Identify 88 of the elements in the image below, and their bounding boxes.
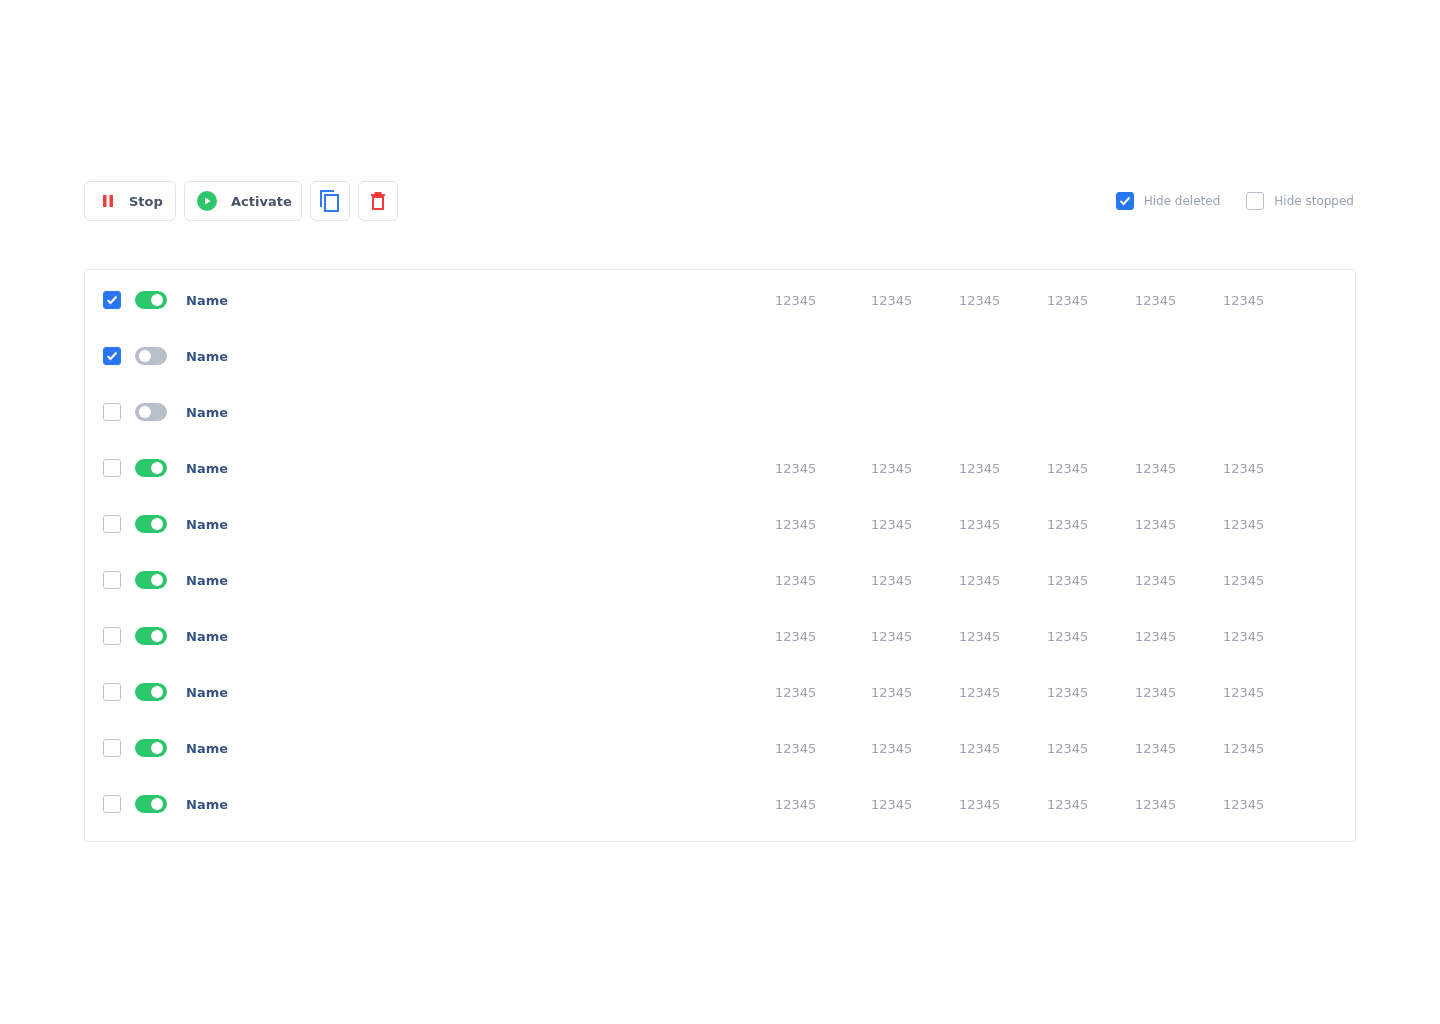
copy-icon (319, 189, 341, 213)
stop-button[interactable]: Stop (84, 181, 176, 221)
table-cell-text: 12345 (1047, 684, 1090, 700)
table-cell-text: 12345 (871, 460, 914, 476)
table-cell-text: 12345 (1135, 684, 1178, 700)
table-cell-text: 12345 (775, 572, 818, 588)
table-cell-text: 12345 (959, 292, 1002, 308)
row-name: Name (186, 460, 229, 476)
table-cell-text: 12345 (775, 516, 818, 532)
table-cell-text: 12345 (1047, 572, 1090, 588)
play-icon (197, 191, 217, 211)
table-cell-text: 12345 (959, 572, 1002, 588)
table-cell-text: 12345 (1135, 460, 1178, 476)
row-name: Name (186, 796, 229, 812)
row-name: Name (186, 292, 229, 308)
trash-button[interactable] (358, 181, 398, 221)
checkbox[interactable] (1115, 192, 1134, 210)
table-cell-text: 12345 (775, 740, 818, 756)
table-cell-text: 12345 (871, 628, 914, 644)
table-cell-text: 12345 (1223, 796, 1266, 812)
toggle-switch[interactable] (135, 459, 167, 477)
table-cell-text: 12345 (1047, 292, 1090, 308)
row-name: Name (186, 684, 229, 700)
row-name: Name (186, 740, 229, 756)
table-cell-text: 12345 (1223, 740, 1266, 756)
toggle-switch[interactable] (135, 683, 167, 701)
table-cell-text: 12345 (959, 516, 1002, 532)
table-cell-text: 12345 (1223, 628, 1266, 644)
table-cell-text: 12345 (871, 684, 914, 700)
toggle-switch[interactable] (135, 403, 167, 421)
table-cell-text: 12345 (871, 572, 914, 588)
table-cell-text: 12345 (1135, 740, 1178, 756)
table-cell-text: 12345 (959, 628, 1002, 644)
table-cell-text: 12345 (871, 292, 914, 308)
table-cell-text: 12345 (775, 292, 818, 308)
table-cell-text: 12345 (871, 740, 914, 756)
table-cell-text: 12345 (1047, 460, 1090, 476)
checkbox[interactable] (103, 515, 121, 533)
table-cell-text: 12345 (959, 740, 1002, 756)
table-cell-text: 12345 (959, 796, 1002, 812)
checkbox[interactable] (103, 291, 121, 309)
table-cell-text: 12345 (871, 516, 914, 532)
row-name: Name (186, 348, 229, 364)
toggle-switch[interactable] (135, 795, 167, 813)
checkbox[interactable] (103, 795, 121, 813)
toggle-switch[interactable] (135, 291, 167, 309)
table-cell-text: 12345 (1135, 796, 1178, 812)
checkbox[interactable] (103, 571, 121, 589)
row-name: Name (186, 572, 229, 588)
checkbox[interactable] (103, 347, 121, 365)
trash-icon (370, 192, 386, 210)
table-cell-text: 12345 (1135, 628, 1178, 644)
toggle-switch[interactable] (135, 739, 167, 757)
table-cell-text: 12345 (1223, 684, 1266, 700)
checkbox[interactable] (103, 739, 121, 757)
table-cell-text: 12345 (775, 684, 818, 700)
activate-button[interactable]: Activate (184, 181, 302, 221)
table-cell-text: 12345 (1047, 740, 1090, 756)
table-cell-text: 12345 (959, 684, 1002, 700)
table-cell-text: 12345 (871, 796, 914, 812)
table-cell-text: 12345 (775, 796, 818, 812)
pause-icon (101, 194, 115, 208)
table-cell-text: 12345 (775, 628, 818, 644)
table-cell-text: 12345 (1047, 796, 1090, 812)
checkbox[interactable] (103, 627, 121, 645)
table-cell-text: 12345 (1047, 516, 1090, 532)
row-name: Name (186, 404, 229, 420)
checkbox[interactable] (103, 459, 121, 477)
row-name: Name (186, 516, 229, 532)
table-cell-text: 12345 (775, 460, 818, 476)
checkbox[interactable] (1246, 192, 1265, 210)
table-cell-text: 12345 (959, 460, 1002, 476)
table-cell-text: 12345 (1135, 572, 1178, 588)
toggle-switch[interactable] (135, 627, 167, 645)
checkbox[interactable] (103, 683, 121, 701)
table-cell-text: 12345 (1223, 516, 1266, 532)
table-cell-text: 12345 (1135, 516, 1178, 532)
toggle-switch[interactable] (135, 347, 167, 365)
row-name: Name (186, 628, 229, 644)
checkbox[interactable] (103, 403, 121, 421)
table-cell-text: 12345 (1223, 572, 1266, 588)
table-cell-text: 12345 (1223, 460, 1266, 476)
toggle-switch[interactable] (135, 571, 167, 589)
copy-button[interactable] (310, 181, 350, 221)
table-cell-text: 12345 (1135, 292, 1178, 308)
toggle-switch[interactable] (135, 515, 167, 533)
table-cell-text: 12345 (1223, 292, 1266, 308)
table-cell-text: 12345 (1047, 628, 1090, 644)
